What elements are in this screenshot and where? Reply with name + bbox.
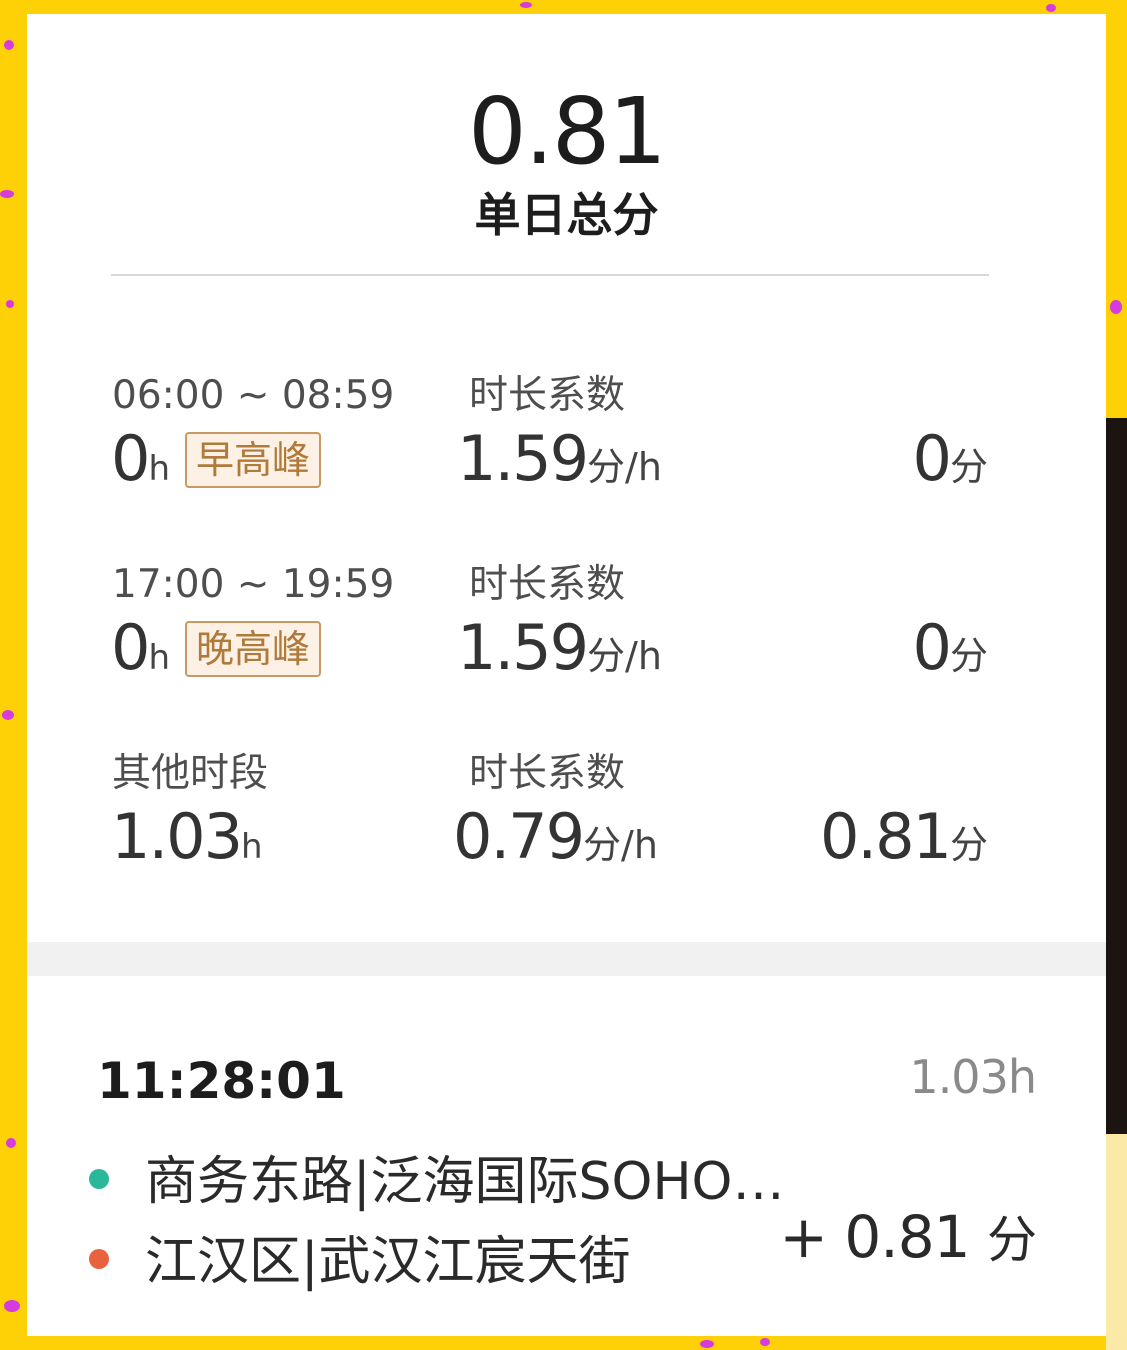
evening-peak-badge: 晚高峰	[185, 621, 321, 677]
trip-start-location: 商务东路|泛海国际SOHO…	[89, 1156, 785, 1208]
coefficient-label: 时长系数	[469, 751, 626, 796]
period-row-other: 其他时段 1.03h 时长系数 0.79分/h 0.81分	[27, 754, 1106, 894]
coefficient-unit: 分/h	[587, 445, 662, 489]
background-photo-edge	[1106, 418, 1127, 1134]
end-point-dot-icon	[89, 1249, 109, 1269]
period-points-unit: 分	[949, 445, 988, 489]
morning-peak-badge: 早高峰	[185, 432, 321, 488]
daily-score-summary: 0.81 单日总分	[27, 14, 1106, 276]
section-separator	[27, 942, 1106, 976]
period-hours: 1.03h	[111, 806, 263, 868]
coefficient-number: 0.79	[453, 800, 585, 873]
coefficient-value: 1.59分/h	[457, 428, 662, 490]
trip-points-unit: 分	[987, 1211, 1037, 1269]
trip-start-label: 商务东路|泛海国际SOHO…	[145, 1152, 785, 1212]
trip-end-location: 江汉区|武汉江宸天街	[89, 1236, 631, 1288]
period-hours-unit: h	[241, 827, 263, 867]
period-points-unit: 分	[949, 634, 988, 678]
trip-duration: 1.03h	[909, 1050, 1037, 1104]
coefficient-number: 1.59	[457, 422, 589, 495]
period-row-morning-peak: 06:00 ~ 08:59 0h 早高峰 时长系数 1.59分/h 0分	[27, 376, 1106, 516]
period-points-unit: 分	[949, 823, 988, 867]
period-points-value: 0.81	[819, 800, 952, 873]
period-points: 0分	[913, 617, 988, 679]
period-hours-value: 0	[111, 611, 150, 684]
period-points-value: 0	[912, 611, 952, 684]
coefficient-number: 1.59	[457, 611, 589, 684]
frame-dot	[1046, 4, 1056, 12]
period-points-value: 0	[912, 422, 952, 495]
start-point-dot-icon	[89, 1169, 109, 1189]
period-hours: 0h	[111, 617, 170, 679]
coefficient-label: 时长系数	[469, 562, 626, 607]
frame-dot	[4, 40, 14, 50]
trip-start-time: 11:28:01	[97, 1052, 346, 1110]
trip-end-label: 江汉区|武汉江宸天街	[145, 1232, 631, 1292]
total-score-label: 单日总分	[474, 188, 659, 242]
trip-points: + 0.81 分	[779, 1208, 1037, 1269]
coefficient-value: 1.59分/h	[457, 617, 662, 679]
period-time-range: 其他时段	[112, 751, 269, 796]
period-points: 0.81分	[820, 806, 988, 868]
frame-dot	[2, 710, 14, 720]
coefficient-unit: 分/h	[587, 634, 662, 678]
period-hours: 0h	[111, 428, 170, 490]
period-time-range: 06:00 ~ 08:59	[112, 373, 395, 418]
background-photo-edge	[1106, 1134, 1127, 1350]
coefficient-value: 0.79分/h	[453, 806, 658, 868]
coefficient-unit: 分/h	[583, 823, 658, 867]
frame-dot	[4, 1300, 20, 1312]
frame-dot	[700, 1340, 714, 1348]
period-hours-value: 1.03	[111, 800, 243, 873]
period-hours-value: 0	[111, 422, 150, 495]
trip-points-value: + 0.81	[779, 1203, 970, 1271]
frame-dot	[6, 300, 14, 308]
total-score: 0.81	[468, 78, 667, 185]
period-points: 0分	[913, 428, 988, 490]
period-time-range: 17:00 ~ 19:59	[112, 562, 395, 607]
period-hours-unit: h	[148, 638, 171, 678]
divider	[111, 274, 989, 276]
frame-dot	[1110, 300, 1122, 314]
frame-dot	[760, 1338, 770, 1346]
coefficient-label: 时长系数	[469, 373, 626, 418]
frame-dot	[0, 190, 14, 198]
period-row-evening-peak: 17:00 ~ 19:59 0h 晚高峰 时长系数 1.59分/h 0分	[27, 565, 1106, 705]
frame-dot	[6, 1138, 16, 1148]
score-card: 0.81 单日总分 06:00 ~ 08:59 0h 早高峰 时长系数 1.59…	[27, 14, 1106, 1336]
frame-dot	[520, 2, 532, 8]
period-hours-unit: h	[148, 449, 171, 489]
